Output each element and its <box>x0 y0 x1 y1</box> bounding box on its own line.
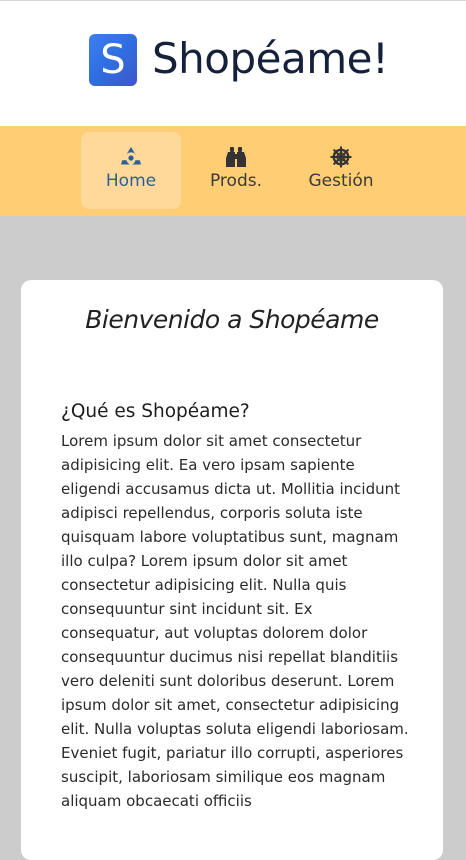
main-nav: Home Prods. Gestión <box>0 126 466 216</box>
nav-label-gestion: Gestión <box>308 171 374 191</box>
app-logo[interactable]: S <box>89 34 137 86</box>
nav-label-home: Home <box>105 171 157 191</box>
binoculars-icon <box>226 147 246 167</box>
section-heading: ¿Qué es Shopéame? <box>61 401 250 422</box>
app-title: Shopéame! <box>152 34 389 83</box>
welcome-card: Bienvenido a Shopéame ¿Qué es Shopéame? … <box>21 280 443 860</box>
dharmachakra-icon <box>330 146 352 168</box>
nav-item-prods[interactable]: Prods. <box>186 132 286 209</box>
radiation-icon <box>121 147 141 165</box>
page-title: Bienvenido a Shopéame <box>85 305 379 334</box>
nav-item-gestion[interactable]: Gestión <box>291 132 391 209</box>
app-header: S Shopéame! <box>0 0 466 126</box>
nav-item-home[interactable]: Home <box>81 132 181 209</box>
nav-label-prods: Prods. <box>209 171 263 191</box>
section-body: Lorem ipsum dolor sit amet consectetur a… <box>61 432 409 810</box>
